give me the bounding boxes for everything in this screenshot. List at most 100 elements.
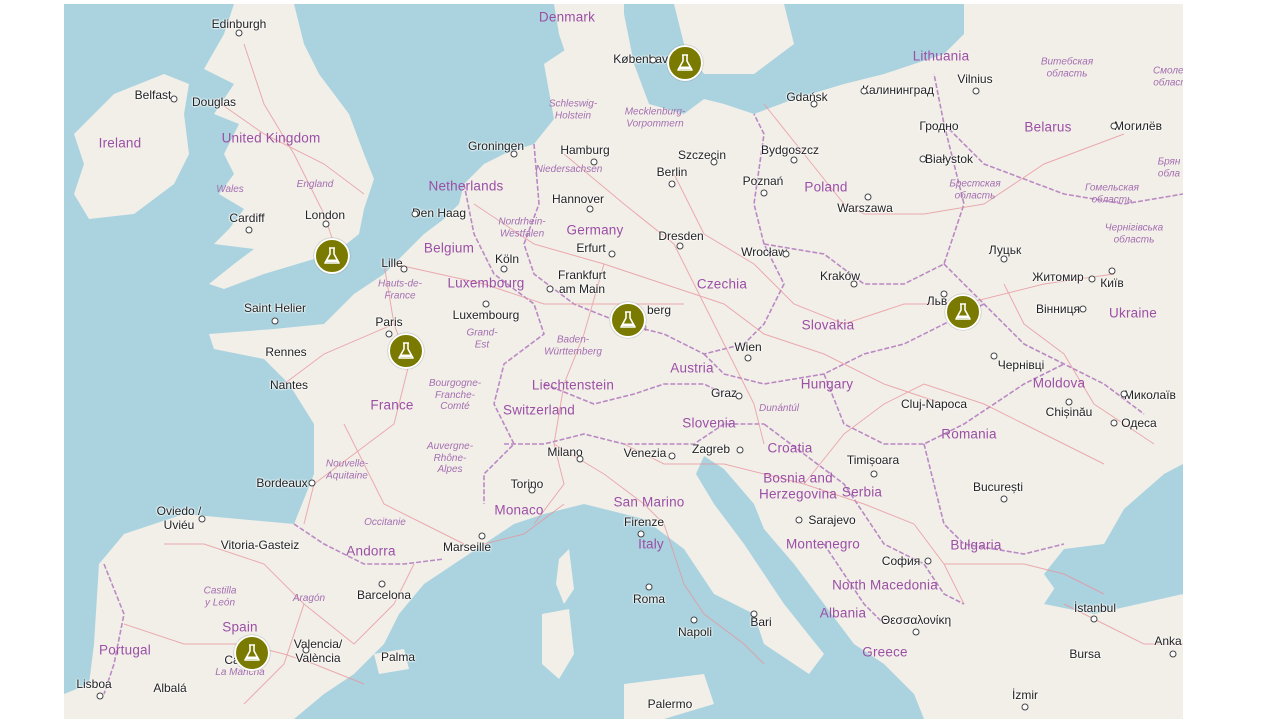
region-label-vitebsk: Витебская область (1040, 56, 1094, 80)
map-marker-nurnberg[interactable] (610, 302, 646, 338)
city-dot-vilnius (972, 87, 980, 95)
city-dot-sofia (924, 557, 932, 565)
city-label-bydgoszcz: Bydgoszcz (760, 143, 820, 157)
city-dot-odesa (1110, 419, 1118, 427)
city-label-graz: Graz (710, 386, 738, 400)
city-dot-poznan (760, 189, 768, 197)
country-label-denmark: Denmark (538, 9, 596, 25)
city-label-zhytomyr: Житомир (1032, 270, 1084, 284)
region-label-hauts-de-france: Hauts-de- France (378, 278, 422, 302)
city-label-firenze: Firenze (623, 515, 665, 529)
country-label-moldova: Moldova (1032, 375, 1086, 391)
city-label-hamburg: Hamburg (560, 143, 610, 157)
city-dot-graz (735, 392, 743, 400)
city-label-albala: Albalá (153, 681, 187, 695)
city-label-lille: Lille (381, 256, 403, 270)
city-dot-kaliningrad (860, 87, 868, 95)
city-label-palermo: Palermo (647, 697, 693, 711)
city-label-vitoria: Vitoria-Gasteiz (220, 538, 300, 552)
city-dot-mogilev (1110, 122, 1118, 130)
city-dot-koln (500, 265, 508, 273)
city-dot-lutsk (1000, 255, 1008, 263)
city-label-oviedo: Oviedo / Uviéu (156, 504, 202, 532)
city-dot-bordeaux (308, 479, 316, 487)
country-label-monaco: Monaco (494, 502, 544, 518)
city-label-barcelona: Barcelona (356, 588, 412, 602)
city-label-chisinau: Chișinău (1045, 405, 1093, 419)
country-label-bosnia: Bosnia and Herzegovina (759, 470, 837, 501)
country-label-serbia: Serbia (841, 484, 883, 500)
country-label-belarus: Belarus (1024, 119, 1072, 135)
flask-icon (620, 311, 636, 328)
city-dot-chisinau (1065, 398, 1073, 406)
map-marker-kobenhavn[interactable] (667, 45, 703, 81)
city-label-nurnberg: berg (646, 303, 672, 317)
city-dot-groningen (510, 150, 518, 158)
city-dot-izmir (1021, 703, 1029, 711)
city-dot-milano (576, 455, 584, 463)
city-dot-barcelona (378, 580, 386, 588)
city-label-marseille: Marseille (442, 540, 492, 554)
city-dot-vinnytsia (1079, 305, 1087, 313)
map-viewport[interactable]: Ireland United Kingdom Netherlands Belgium L… (64, 4, 1183, 719)
city-dot-edinburgh (235, 29, 243, 37)
city-dot-oviedo (198, 515, 206, 523)
city-dot-valencia (302, 646, 310, 654)
city-label-wien: Wien (734, 340, 762, 354)
country-label-ukraine: Ukraine (1109, 305, 1157, 321)
city-dot-belfast (170, 95, 178, 103)
city-label-sarajevo: Sarajevo (808, 513, 856, 527)
city-label-szczecin: Szczecin (677, 148, 727, 162)
city-label-belfast: Belfast (134, 88, 172, 102)
city-label-grodno: Гродно (919, 119, 959, 133)
city-dot-zagreb (736, 446, 744, 454)
country-label-luxembourg: Luxembourg (447, 275, 525, 291)
region-label-dunantul: Dunántúl (758, 403, 800, 414)
city-dot-hamburg (590, 158, 598, 166)
city-label-sofia: София (881, 554, 921, 568)
region-label-occitanie: Occitanie (364, 517, 406, 528)
city-dot-szczecin (710, 158, 718, 166)
city-label-napoli: Napoli (677, 625, 713, 639)
country-label-belgium: Belgium (423, 240, 475, 256)
city-dot-berlin (668, 180, 676, 188)
country-label-hungary: Hungary (800, 376, 854, 392)
country-label-slovakia: Slovakia (801, 317, 855, 333)
region-label-england: England (296, 179, 334, 190)
city-label-poznan: Poznań (742, 174, 784, 188)
country-label-greece: Greece (862, 644, 908, 660)
map-marker-lviv[interactable] (945, 294, 981, 330)
city-label-paris: Paris (375, 315, 403, 329)
city-label-koln: Köln (494, 252, 520, 266)
city-label-vinnytsia: Вінниця (1036, 302, 1080, 316)
map-marker-madrid[interactable] (234, 635, 270, 671)
city-label-dresden: Dresden (658, 229, 704, 243)
city-dot-istanbul (1090, 615, 1098, 623)
city-label-nantes: Nantes (269, 378, 309, 392)
city-dot-saint-helier (271, 317, 279, 325)
city-label-lutsk: Луцьк (988, 243, 1022, 257)
city-dot-bari (750, 610, 758, 618)
city-label-ankara: Anka (1154, 634, 1182, 648)
city-dot-kyiv (1108, 267, 1116, 275)
city-label-rennes: Rennes (265, 345, 307, 359)
flask-icon (955, 303, 971, 320)
city-dot-venezia (668, 452, 676, 460)
city-dot-mykolaiv (1120, 390, 1128, 398)
map-marker-london[interactable] (314, 238, 350, 274)
city-label-hannover: Hannover (551, 192, 605, 206)
region-label-smolensk: Смоленобласт (1152, 65, 1183, 89)
city-dot-bialystok (919, 155, 927, 163)
city-label-wroclaw: Wrocław (741, 245, 787, 259)
city-label-gdansk: Gdańsk (786, 90, 828, 104)
region-label-chernihiv: Чернігівська область (1104, 222, 1164, 246)
map-marker-paris[interactable] (388, 333, 424, 369)
region-label-aragon: Aragón (292, 593, 326, 604)
country-label-germany: Germany (566, 222, 624, 238)
region-label-castilla: Castilla y León (203, 585, 237, 609)
city-dot-bucuresti (1000, 495, 1008, 503)
country-label-bulgaria: Bulgaria (950, 537, 1002, 553)
city-label-den-haag: Den Haag (411, 206, 467, 220)
city-dot-chernivtsi (990, 352, 998, 360)
city-label-timisoara: Timișoara (846, 453, 900, 467)
